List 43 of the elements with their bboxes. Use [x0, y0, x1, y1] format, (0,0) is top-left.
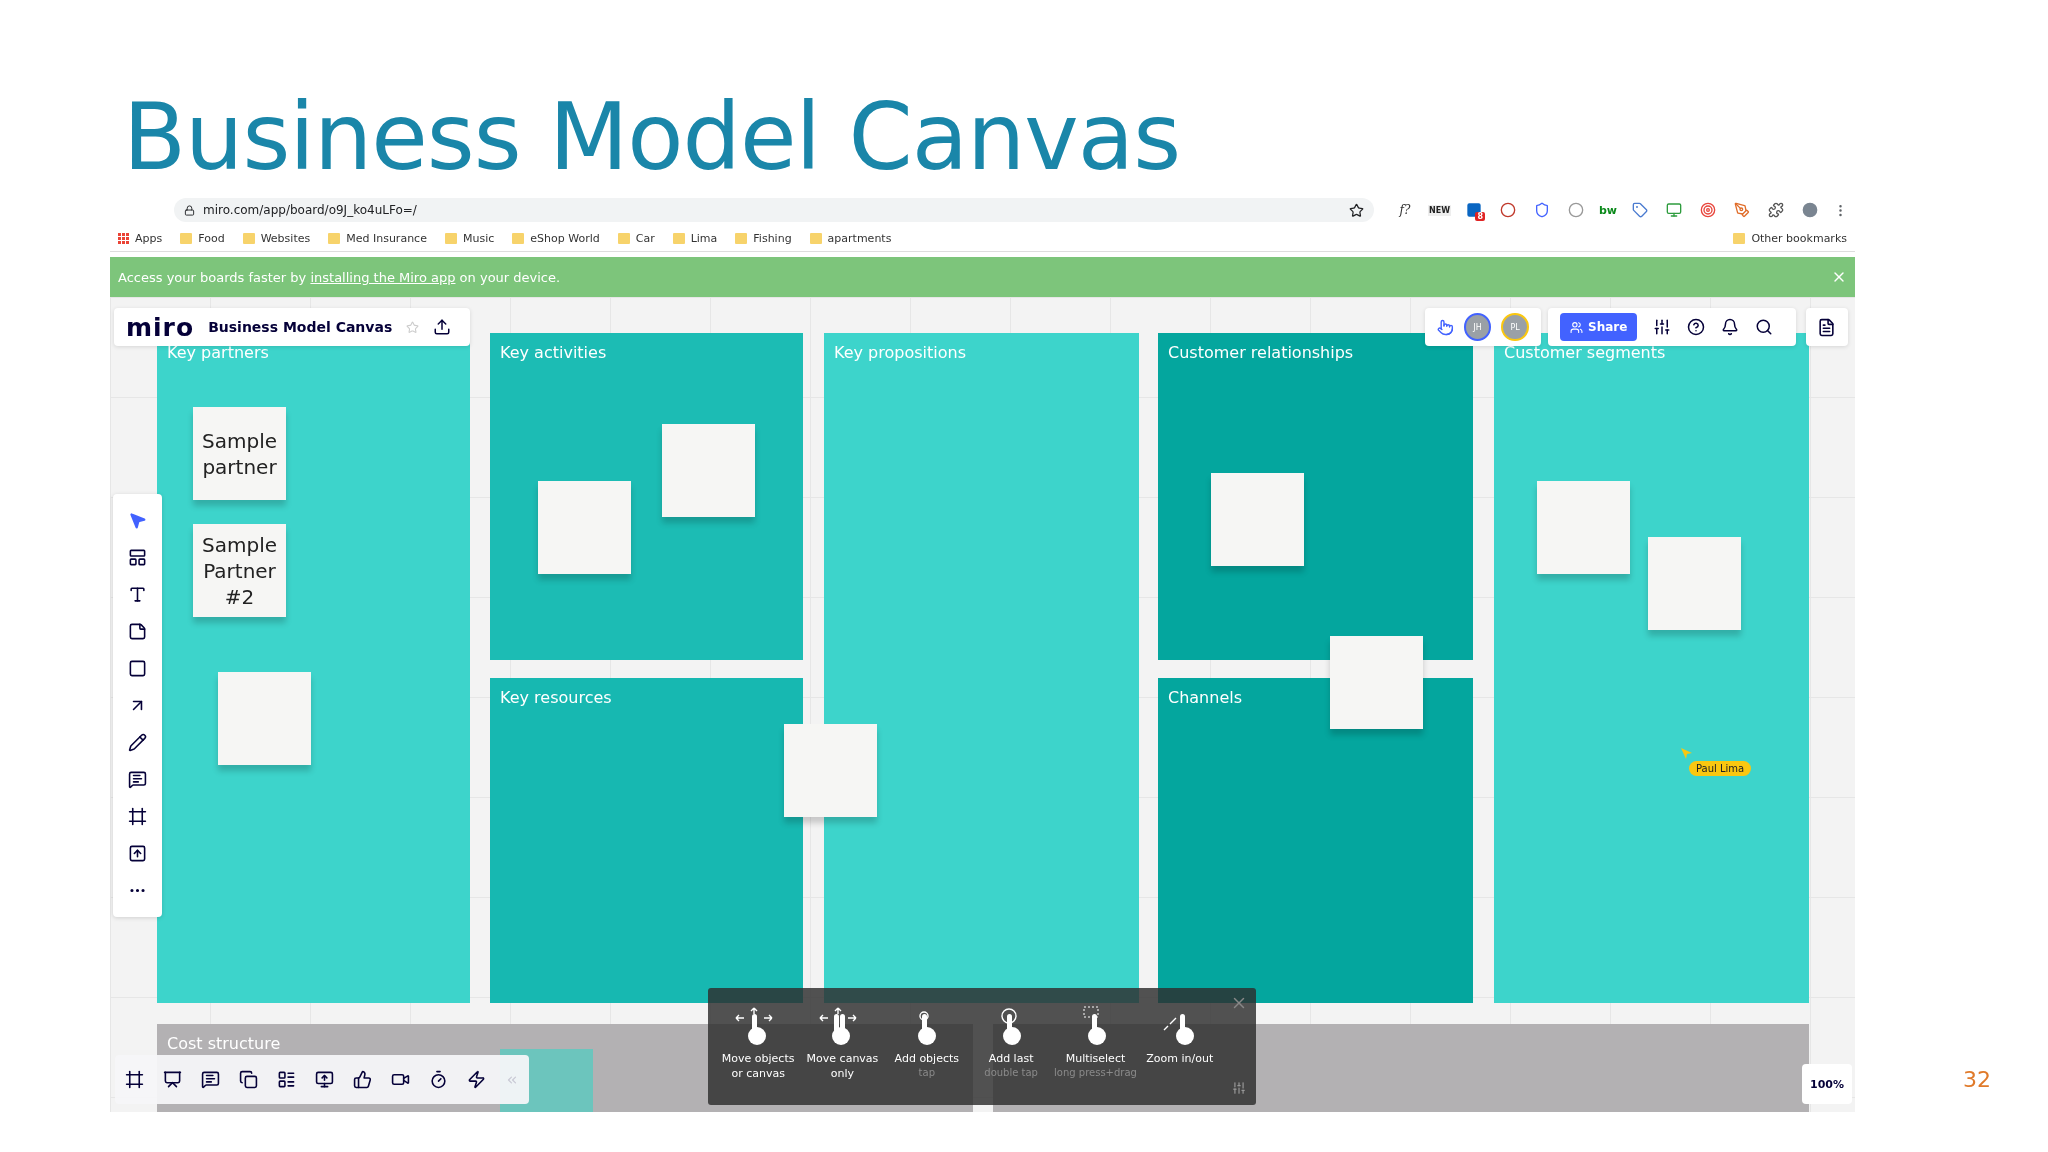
sticky-note[interactable]: Sample Partner #2 [193, 524, 286, 617]
formula-extension-icon[interactable]: f? [1394, 199, 1416, 221]
section-title: Cost structure [167, 1034, 281, 1053]
gesture-label: Move canvas only [805, 1052, 880, 1082]
logo: miro [126, 312, 195, 342]
zoom-level[interactable]: 100% [1802, 1064, 1852, 1104]
news-extension-icon[interactable]: NEW [1428, 204, 1451, 216]
bookmark[interactable]: Apps [118, 231, 163, 245]
section-title: Key partners [167, 343, 269, 362]
bookmark[interactable]: Lima [672, 231, 718, 245]
bookmark[interactable]: apartments [809, 231, 892, 245]
bookmark[interactable]: Music [444, 231, 495, 245]
gesture-label: Zoom in/out [1145, 1052, 1215, 1067]
notification-badge: 8 [1475, 212, 1485, 221]
page-number: 32 [1963, 1067, 1991, 1092]
section-title: Key activities [500, 343, 607, 362]
address-field[interactable]: miro.com/app/board/o9J_ko4uLFo=/ [174, 198, 1374, 222]
section-title: Customer segments [1504, 343, 1666, 362]
gesture-hint: tap [918, 1066, 935, 1078]
banner-text: Access your boards faster by installing the Miro app on your device. [118, 269, 562, 285]
bookmark[interactable]: Fishing [735, 231, 792, 245]
slide-title: Business Model Canvas [122, 83, 1182, 192]
bookmark[interactable]: Med Insurance [328, 231, 427, 245]
cursor-label: Paul Lima [1689, 761, 1752, 776]
section-title: Key propositions [834, 343, 966, 362]
gesture-label: Multiselect [1064, 1052, 1127, 1067]
bookmark[interactable]: Other bookmarks [1733, 231, 1847, 245]
gesture-label: Add objects [893, 1052, 960, 1067]
bookmark[interactable]: Websites [242, 231, 311, 245]
gesture-label: Add last [987, 1052, 1035, 1067]
section-title: Key resources [500, 688, 612, 707]
sticky-note[interactable]: Sample partner [193, 407, 286, 500]
bookmark[interactable]: Food [180, 231, 225, 245]
gesture-hint: long press+drag [1054, 1066, 1137, 1078]
section-title: Customer relationships [1168, 343, 1354, 362]
gesture-hint: double tap [984, 1066, 1038, 1078]
gesture-label: Move objects or canvas [720, 1052, 796, 1082]
section-title: Channels [1168, 688, 1243, 707]
extension-icon[interactable]: bw [1599, 203, 1618, 217]
bookmark[interactable]: eShop World [512, 231, 600, 245]
bookmark[interactable]: Car [617, 231, 655, 245]
board-title[interactable]: Business Model Canvas [208, 319, 393, 335]
share-button[interactable]: Share [1560, 313, 1638, 341]
